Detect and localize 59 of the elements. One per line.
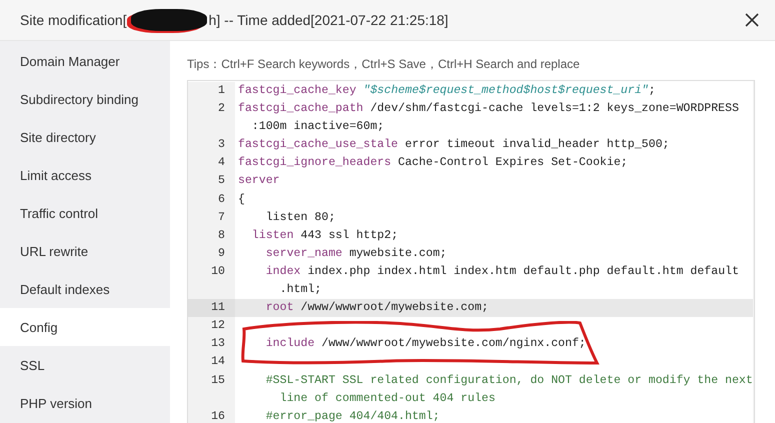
line-number: 3	[188, 136, 235, 154]
line-number: 15	[188, 372, 235, 408]
code-token: line of commented-out 404 rules	[278, 392, 496, 405]
code-token: error timeout invalid_header http_500;	[404, 138, 670, 152]
code-token: #error_page 404/404.html;	[264, 410, 440, 423]
close-button[interactable]	[743, 11, 761, 29]
line-number: 9	[188, 244, 235, 263]
code-token: #SSL-START SSL related configuration, do NOT delete or modify the next	[264, 374, 753, 386]
code-token: "$scheme$request_method$host$request_uri"	[363, 84, 649, 97]
code-token: 443 ssl http2;	[300, 228, 398, 242]
window-title: h] -- Time added[2021-07-22 21:25:18]	[208, 12, 448, 28]
sidebar-item[interactable]: Domain Manager	[0, 42, 170, 80]
code-token: Cache-Control Expires Set-Cookie;	[397, 156, 628, 170]
code-token: :100m inactive=60m;	[250, 120, 384, 134]
sidebar-item[interactable]: Subdirectory binding	[0, 80, 170, 118]
line-number: 7	[188, 208, 235, 227]
code-token: mywebsite.com;	[348, 246, 447, 260]
line-number: 10	[188, 262, 235, 300]
sidebar-item[interactable]: SSL	[0, 346, 170, 384]
window-title: Site modification[	[20, 12, 127, 28]
code-token: /www/wwwroot/mywebsite.com/nginx.conf;	[320, 337, 586, 350]
code-token: ;	[648, 84, 656, 97]
code-token: /www/wwwroot/mywebsite.com;	[300, 301, 488, 314]
sidebar-item[interactable]: Limit access	[0, 156, 170, 194]
code-token: index	[264, 264, 301, 278]
close-icon	[743, 11, 761, 29]
code-token: /dev/shm/fastcgi-cache levels=1:2 keys_zone=WORDPRESS	[369, 102, 739, 116]
code-token: fastcgi_cache_path	[238, 102, 364, 116]
code-token: server	[238, 174, 280, 188]
code-token: {	[238, 192, 245, 206]
code-editor[interactable]	[187, 80, 755, 423]
code-token: server_name	[264, 246, 342, 260]
code-token: fastcgi_cache_use_stale	[238, 138, 398, 152]
code-token: .html;	[278, 283, 322, 296]
code-token: fastcgi_ignore_headers	[238, 156, 392, 170]
tips-text: Tips：Ctrl+F Search keywords，Ctrl+S Save，Ctrl+H Search and replace	[187, 56, 581, 73]
line-number: 2	[188, 100, 235, 136]
sidebar-item[interactable]: Default indexes	[0, 270, 170, 308]
sidebar-item[interactable]: Site directory	[0, 118, 170, 156]
line-number: 1	[188, 82, 235, 100]
sidebar-item[interactable]: Traffic control	[0, 194, 170, 232]
code-token: root	[264, 301, 294, 314]
code-token: index.php index.html index.htm default.php default.htm default	[306, 264, 739, 278]
line-number: 12	[188, 317, 235, 336]
sidebar-item[interactable]: Config	[0, 308, 170, 346]
line-number: 13	[188, 335, 235, 354]
code-token: listen	[250, 228, 294, 242]
line-number: 8	[188, 226, 235, 245]
code-token: fastcgi_cache_key	[238, 84, 356, 97]
line-number: 11	[188, 299, 235, 318]
sidebar-item[interactable]: URL rewrite	[0, 232, 170, 270]
line-number: 4	[188, 154, 235, 172]
code-token: include	[264, 337, 315, 350]
line-number: 16	[188, 408, 235, 423]
line-number: 6	[188, 190, 235, 209]
sidebar-item[interactable]: PHP version	[0, 384, 170, 422]
code-token: listen 80;	[264, 210, 336, 224]
line-number: 14	[188, 353, 235, 372]
line-number: 5	[188, 172, 235, 191]
